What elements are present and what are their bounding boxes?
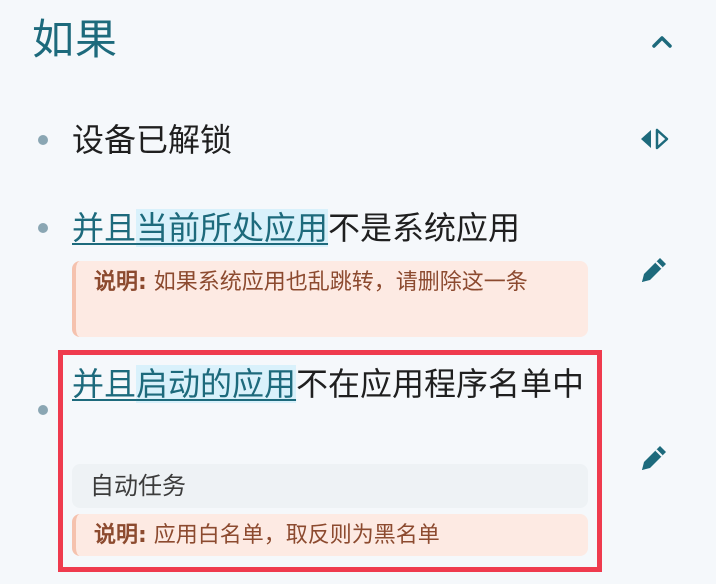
condition-suffix: 不是系统应用 <box>328 209 521 247</box>
edit-button[interactable] <box>636 440 672 476</box>
tag-label: 自动任务 <box>90 472 186 500</box>
condition-link-highlight: 启动的应用 <box>136 365 297 403</box>
note-text: 应用白名单，取反则为黑名单 <box>146 523 440 548</box>
collapse-button[interactable] <box>644 24 680 60</box>
section-title: 如果 <box>32 15 119 64</box>
list-bullet <box>38 135 48 145</box>
condition-note: 说明: 如果系统应用也乱跳转，请删除这一条 <box>72 261 588 337</box>
note-label: 说明: <box>94 523 147 548</box>
pencil-icon <box>642 446 666 470</box>
condition-launched-app[interactable]: 并且启动的应用不在应用程序名单中 <box>72 362 588 406</box>
condition-device-unlocked[interactable]: 设备已解锁 <box>72 118 232 162</box>
condition-text: 设备已解锁 <box>72 121 233 159</box>
switch-arrows-icon <box>641 128 669 150</box>
condition-link-prefix: 并且 <box>72 209 137 247</box>
pencil-icon <box>642 258 666 282</box>
chevron-up-icon <box>652 36 672 48</box>
list-bullet <box>38 223 48 233</box>
condition-current-app[interactable]: 并且当前所处应用不是系统应用 <box>72 206 520 250</box>
condition-link-highlight: 当前所处应用 <box>136 209 329 247</box>
note-label: 说明: <box>94 270 147 295</box>
note-text: 如果系统应用也乱跳转，请删除这一条 <box>146 270 528 295</box>
condition-link[interactable]: 并且当前所处应用 <box>72 209 329 247</box>
condition-note: 说明: 应用白名单，取反则为黑名单 <box>72 514 588 556</box>
section-header: 如果 <box>32 10 684 70</box>
switch-button[interactable] <box>636 121 672 157</box>
list-bullet <box>38 405 48 415</box>
edit-button[interactable] <box>636 252 672 288</box>
condition-tag: 自动任务 <box>72 464 588 508</box>
condition-link[interactable]: 并且启动的应用 <box>72 365 297 403</box>
condition-link-prefix: 并且 <box>72 365 137 403</box>
condition-suffix: 不在应用程序名单中 <box>296 365 585 403</box>
